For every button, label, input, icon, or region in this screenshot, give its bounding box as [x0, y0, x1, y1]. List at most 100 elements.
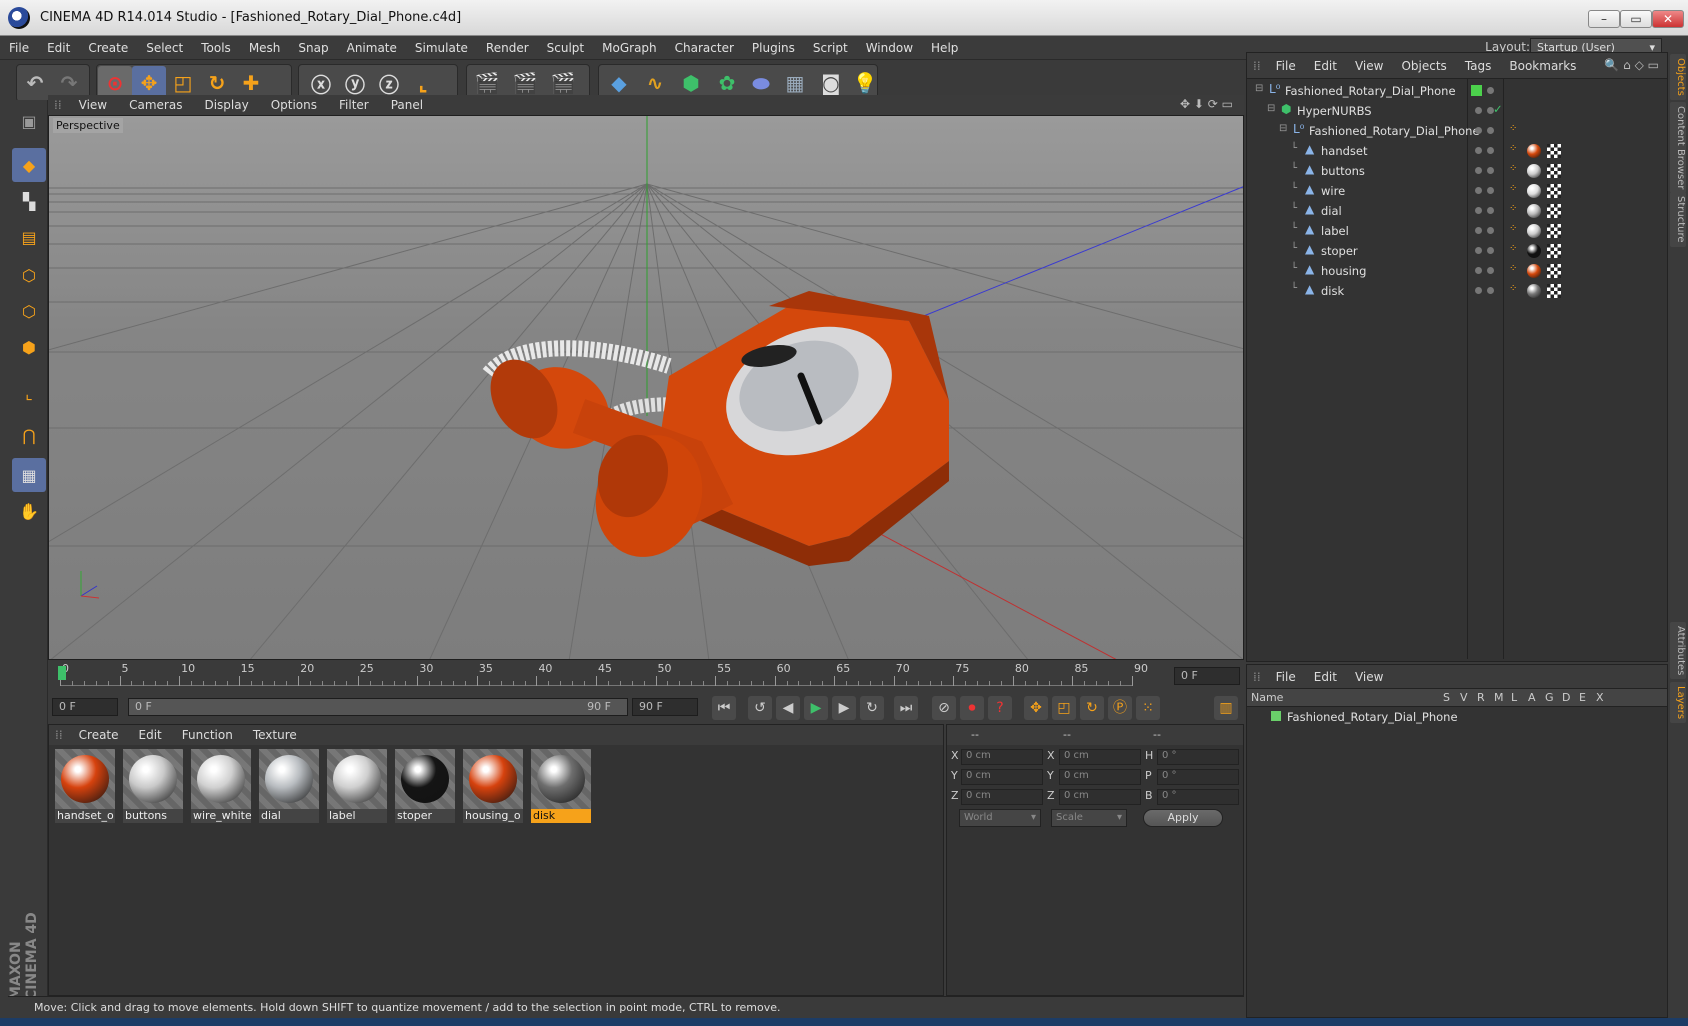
- drag-handle-icon[interactable]: ⁞⁞: [1247, 670, 1267, 684]
- render-dot[interactable]: [1487, 227, 1494, 234]
- material-tag-icon[interactable]: [1527, 244, 1541, 258]
- layer-menu-edit[interactable]: Edit: [1305, 670, 1346, 684]
- material-tag-icon[interactable]: [1527, 184, 1541, 198]
- maximize-button[interactable]: ▭: [1620, 10, 1652, 28]
- minimize-button[interactable]: –: [1588, 10, 1620, 28]
- uvw-tag-icon[interactable]: [1547, 184, 1561, 198]
- uvw-tag-icon[interactable]: [1547, 244, 1561, 258]
- layer-column-header[interactable]: R: [1477, 691, 1485, 704]
- object-row[interactable]: └ ▲ handset ⁘: [1247, 141, 1667, 161]
- viewport-menu-panel[interactable]: Panel: [380, 98, 434, 112]
- render-dot[interactable]: [1487, 247, 1494, 254]
- key-scale-icon[interactable]: ◰: [1052, 696, 1076, 720]
- drag-handle-icon[interactable]: ⁞⁞: [1247, 59, 1267, 73]
- object-row[interactable]: └ ▲ label ⁘: [1247, 221, 1667, 241]
- material-menu-texture[interactable]: Texture: [243, 728, 307, 742]
- uvw-tag-icon[interactable]: [1547, 144, 1561, 158]
- layer-menu-file[interactable]: File: [1267, 670, 1305, 684]
- uvw-tag-icon[interactable]: [1547, 284, 1561, 298]
- key-parameter-icon[interactable]: Ⓟ: [1108, 696, 1132, 720]
- viewport-nav-icons[interactable]: ✥ ⬇ ⟳ ▭: [1180, 97, 1233, 111]
- uvw-tag-icon[interactable]: [1547, 164, 1561, 178]
- key-position-icon[interactable]: ✥: [1024, 696, 1048, 720]
- render-dot[interactable]: [1487, 87, 1494, 94]
- material-menu-create[interactable]: Create: [69, 728, 129, 742]
- playhead[interactable]: [58, 666, 66, 680]
- uvw-tag-icon[interactable]: [1547, 204, 1561, 218]
- play-icon[interactable]: ▶: [804, 696, 828, 720]
- menu-help[interactable]: Help: [922, 41, 967, 55]
- menu-edit[interactable]: Edit: [38, 41, 79, 55]
- layer-color-swatch[interactable]: [1471, 85, 1482, 96]
- object-row[interactable]: └ ▲ buttons ⁘: [1247, 161, 1667, 181]
- phong-tag-icon[interactable]: ⁘: [1509, 283, 1517, 294]
- close-button[interactable]: ✕: [1652, 10, 1684, 28]
- size-field[interactable]: 0 cm: [1059, 769, 1141, 785]
- menu-render[interactable]: Render: [477, 41, 538, 55]
- expand-icon[interactable]: ⊟: [1279, 123, 1287, 134]
- side-tab-objects[interactable]: Objects: [1670, 54, 1686, 100]
- next-key-icon[interactable]: ↻: [860, 696, 884, 720]
- object-row[interactable]: ⊟ L⁰ Fashioned_Rotary_Dial_Phone ⁘: [1247, 121, 1667, 141]
- workplane-lock-icon[interactable]: ▦: [12, 458, 46, 492]
- object-row[interactable]: └ ▲ stoper ⁘: [1247, 241, 1667, 261]
- phong-tag-icon[interactable]: ⁘: [1509, 123, 1517, 134]
- drag-handle-icon[interactable]: ⁞⁞: [49, 728, 69, 742]
- phong-tag-icon[interactable]: ⁘: [1509, 243, 1517, 254]
- menu-script[interactable]: Script: [804, 41, 857, 55]
- layer-column-header[interactable]: V: [1460, 691, 1468, 704]
- visibility-dot[interactable]: [1475, 187, 1482, 194]
- position-field[interactable]: 0 cm: [961, 769, 1043, 785]
- object-menu-tags[interactable]: Tags: [1456, 59, 1501, 73]
- layer-color-swatch[interactable]: [1271, 711, 1281, 721]
- magnet-snap-icon[interactable]: ⋂: [12, 418, 46, 452]
- menu-sculpt[interactable]: Sculpt: [538, 41, 593, 55]
- layer-column-header[interactable]: M: [1494, 691, 1504, 704]
- material-swatch[interactable]: buttons: [123, 749, 183, 823]
- position-field[interactable]: 0 cm: [961, 749, 1043, 765]
- object-menu-objects[interactable]: Objects: [1392, 59, 1455, 73]
- previous-key-icon[interactable]: ↺: [748, 696, 772, 720]
- rotation-field[interactable]: 0 °: [1157, 769, 1239, 785]
- material-swatch[interactable]: disk: [531, 749, 591, 823]
- object-menu-edit[interactable]: Edit: [1305, 59, 1346, 73]
- size-field[interactable]: 0 cm: [1059, 789, 1141, 805]
- go-to-start-icon[interactable]: ⏮: [712, 696, 736, 720]
- uvw-tag-icon[interactable]: [1547, 264, 1561, 278]
- object-row[interactable]: ⊟ L⁰ Fashioned_Rotary_Dial_Phone: [1247, 81, 1667, 101]
- object-search-icon[interactable]: 🔍 ⌂ ◇ ▭: [1604, 58, 1659, 72]
- texture-mode-icon[interactable]: ▚: [12, 184, 46, 218]
- key-point-level-icon[interactable]: ⁙: [1136, 696, 1160, 720]
- side-tab-structure[interactable]: Structure: [1670, 192, 1686, 247]
- expand-icon[interactable]: ⊟: [1255, 83, 1263, 94]
- object-menu-view[interactable]: View: [1346, 59, 1392, 73]
- visibility-dot[interactable]: [1475, 107, 1482, 114]
- workplane-icon[interactable]: ▤: [12, 220, 46, 254]
- uvw-tag-icon[interactable]: [1547, 224, 1561, 238]
- expand-icon[interactable]: ⊟: [1267, 103, 1275, 114]
- material-swatch[interactable]: wire_white: [191, 749, 251, 823]
- start-frame-field[interactable]: 0 F: [52, 698, 118, 716]
- rotation-field[interactable]: 0 °: [1157, 749, 1239, 765]
- menu-simulate[interactable]: Simulate: [406, 41, 477, 55]
- menu-snap[interactable]: Snap: [289, 41, 337, 55]
- menu-mograph[interactable]: MoGraph: [593, 41, 666, 55]
- phong-tag-icon[interactable]: ⁘: [1509, 263, 1517, 274]
- object-row[interactable]: └ ▲ wire ⁘: [1247, 181, 1667, 201]
- record-keys-icon[interactable]: ⊘: [932, 696, 956, 720]
- next-frame-icon[interactable]: ▶: [832, 696, 856, 720]
- menu-file[interactable]: File: [0, 41, 38, 55]
- side-tab-layers[interactable]: Layers: [1670, 682, 1686, 724]
- phong-tag-icon[interactable]: ⁘: [1509, 143, 1517, 154]
- frame-range-slider[interactable]: 0 F 90 F: [128, 698, 628, 716]
- side-tab-attributes[interactable]: Attributes: [1670, 622, 1686, 680]
- layer-row[interactable]: Fashioned_Rotary_Dial_Phone: [1247, 707, 1667, 727]
- material-menu-function[interactable]: Function: [172, 728, 243, 742]
- layer-column-header[interactable]: E: [1579, 691, 1586, 704]
- autokey-icon[interactable]: ⏺: [960, 696, 984, 720]
- axis-mode-icon[interactable]: ⌞: [12, 376, 46, 410]
- material-tag-icon[interactable]: [1527, 204, 1541, 218]
- side-tab-content-browser[interactable]: Content Browser: [1670, 102, 1686, 194]
- object-row[interactable]: └ ▲ disk ⁘: [1247, 281, 1667, 301]
- scale-select[interactable]: Scale ▾: [1051, 809, 1127, 827]
